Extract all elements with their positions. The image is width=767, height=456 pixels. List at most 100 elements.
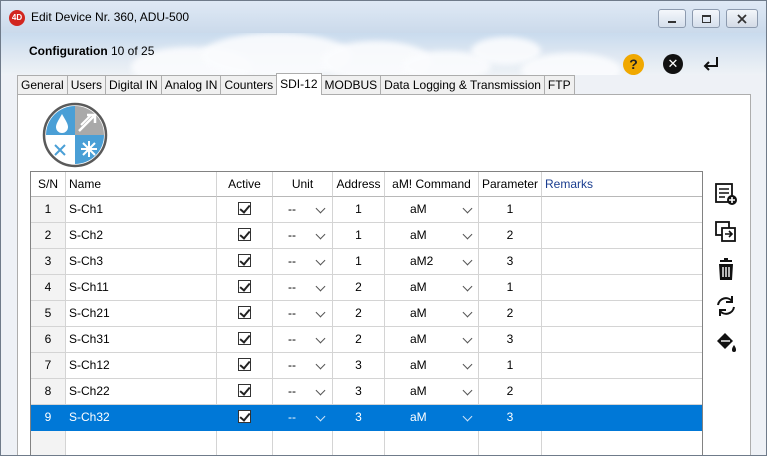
active-cell[interactable]: [217, 301, 273, 327]
address-cell[interactable]: 1: [333, 249, 385, 275]
name-cell[interactable]: S-Ch21: [66, 301, 217, 327]
unit-dropdown[interactable]: --: [273, 405, 333, 431]
unit-dropdown[interactable]: --: [273, 327, 333, 353]
parameter-cell[interactable]: 1: [479, 275, 542, 301]
active-cell[interactable]: [217, 379, 273, 405]
active-cell[interactable]: [217, 249, 273, 275]
active-checkbox[interactable]: [238, 228, 251, 242]
active-checkbox[interactable]: [238, 254, 251, 268]
table-row[interactable]: 5 S-Ch21 -- 2 aM 2: [31, 301, 702, 327]
table-row[interactable]: 4 S-Ch11 -- 2 aM 1: [31, 275, 702, 301]
sn-cell[interactable]: 3: [31, 249, 66, 275]
parameter-cell[interactable]: 2: [479, 379, 542, 405]
name-cell[interactable]: S-Ch11: [66, 275, 217, 301]
active-cell[interactable]: [217, 223, 273, 249]
maximize-button[interactable]: [692, 9, 720, 28]
tab-sdi-12[interactable]: SDI-12: [276, 73, 322, 95]
command-dropdown[interactable]: aM: [385, 275, 479, 301]
tab-digital-in[interactable]: Digital IN: [105, 75, 162, 95]
active-checkbox[interactable]: [238, 306, 251, 320]
sn-cell[interactable]: 2: [31, 223, 66, 249]
remarks-cell[interactable]: [542, 197, 702, 223]
parameter-cell[interactable]: 2: [479, 301, 542, 327]
tab-data-logging-transmission[interactable]: Data Logging & Transmission: [380, 75, 545, 95]
tab-analog-in[interactable]: Analog IN: [160, 75, 222, 95]
command-dropdown[interactable]: aM: [385, 327, 479, 353]
command-dropdown[interactable]: aM: [385, 379, 479, 405]
command-dropdown[interactable]: aM: [385, 301, 479, 327]
parameter-cell[interactable]: 1: [479, 353, 542, 379]
unit-dropdown[interactable]: --: [273, 223, 333, 249]
command-dropdown[interactable]: aM: [385, 353, 479, 379]
name-cell[interactable]: S-Ch2: [66, 223, 217, 249]
sn-cell[interactable]: 7: [31, 353, 66, 379]
active-cell[interactable]: [217, 353, 273, 379]
sn-cell[interactable]: 9: [31, 405, 66, 431]
table-row[interactable]: 6 S-Ch31 -- 2 aM 3: [31, 327, 702, 353]
active-checkbox[interactable]: [238, 202, 251, 216]
remarks-cell[interactable]: [542, 353, 702, 379]
address-cell[interactable]: 1: [333, 223, 385, 249]
sn-cell[interactable]: 8: [31, 379, 66, 405]
name-cell[interactable]: S-Ch1: [66, 197, 217, 223]
parameter-cell[interactable]: 3: [479, 327, 542, 353]
sn-cell[interactable]: 1: [31, 197, 66, 223]
close-button[interactable]: [726, 9, 758, 28]
active-checkbox[interactable]: [238, 410, 251, 424]
active-checkbox[interactable]: [238, 358, 251, 372]
parameter-cell[interactable]: 1: [479, 197, 542, 223]
tab-counters[interactable]: Counters: [220, 75, 278, 95]
remarks-cell[interactable]: [542, 275, 702, 301]
address-cell[interactable]: 3: [333, 405, 385, 431]
remarks-cell[interactable]: [542, 405, 702, 431]
duplicate-icon[interactable]: [713, 219, 739, 245]
active-cell[interactable]: [217, 431, 273, 455]
table-row[interactable]: 1 S-Ch1 -- 1 aM 1: [31, 197, 702, 223]
column-header-unit[interactable]: Unit: [273, 172, 333, 197]
name-cell[interactable]: S-Ch12: [66, 353, 217, 379]
sn-cell[interactable]: 5: [31, 301, 66, 327]
command-cell[interactable]: [385, 431, 479, 455]
tab-general[interactable]: General: [17, 75, 68, 95]
table-row[interactable]: 3 S-Ch3 -- 1 aM2 3: [31, 249, 702, 275]
name-cell[interactable]: S-Ch22: [66, 379, 217, 405]
address-cell[interactable]: 3: [333, 379, 385, 405]
column-header-sn[interactable]: S/N: [31, 172, 66, 197]
column-header-command[interactable]: aM! Command: [385, 172, 479, 197]
address-cell[interactable]: [333, 431, 385, 455]
table-row[interactable]: 9 S-Ch32 -- 3 aM 3: [31, 405, 702, 431]
remarks-cell[interactable]: [542, 301, 702, 327]
active-cell[interactable]: [217, 405, 273, 431]
tab-modbus[interactable]: MODBUS: [320, 75, 382, 95]
address-cell[interactable]: 2: [333, 301, 385, 327]
sn-cell[interactable]: 6: [31, 327, 66, 353]
address-cell[interactable]: 2: [333, 275, 385, 301]
table-row[interactable]: [31, 431, 702, 455]
address-cell[interactable]: 2: [333, 327, 385, 353]
parameter-cell[interactable]: 3: [479, 405, 542, 431]
tab-ftp[interactable]: FTP: [543, 75, 575, 95]
unit-dropdown[interactable]: --: [273, 301, 333, 327]
active-checkbox[interactable]: [238, 332, 251, 346]
fill-icon[interactable]: [713, 329, 739, 355]
remarks-cell[interactable]: [542, 249, 702, 275]
name-cell[interactable]: [66, 431, 217, 455]
name-cell[interactable]: S-Ch32: [66, 405, 217, 431]
column-header-parameter[interactable]: Parameter: [479, 172, 542, 197]
name-cell[interactable]: S-Ch31: [66, 327, 217, 353]
active-cell[interactable]: [217, 327, 273, 353]
column-header-name[interactable]: Name: [66, 172, 217, 197]
enter-icon[interactable]: [701, 54, 721, 74]
refresh-icon[interactable]: [713, 293, 739, 319]
unit-dropdown[interactable]: --: [273, 275, 333, 301]
parameter-cell[interactable]: 2: [479, 223, 542, 249]
remarks-cell[interactable]: [542, 223, 702, 249]
command-dropdown[interactable]: aM: [385, 405, 479, 431]
column-header-address[interactable]: Address: [333, 172, 385, 197]
command-dropdown[interactable]: aM: [385, 223, 479, 249]
tab-users[interactable]: Users: [66, 75, 107, 95]
unit-dropdown[interactable]: --: [273, 197, 333, 223]
sn-cell[interactable]: [31, 431, 66, 455]
address-cell[interactable]: 3: [333, 353, 385, 379]
parameter-cell[interactable]: [479, 431, 542, 455]
